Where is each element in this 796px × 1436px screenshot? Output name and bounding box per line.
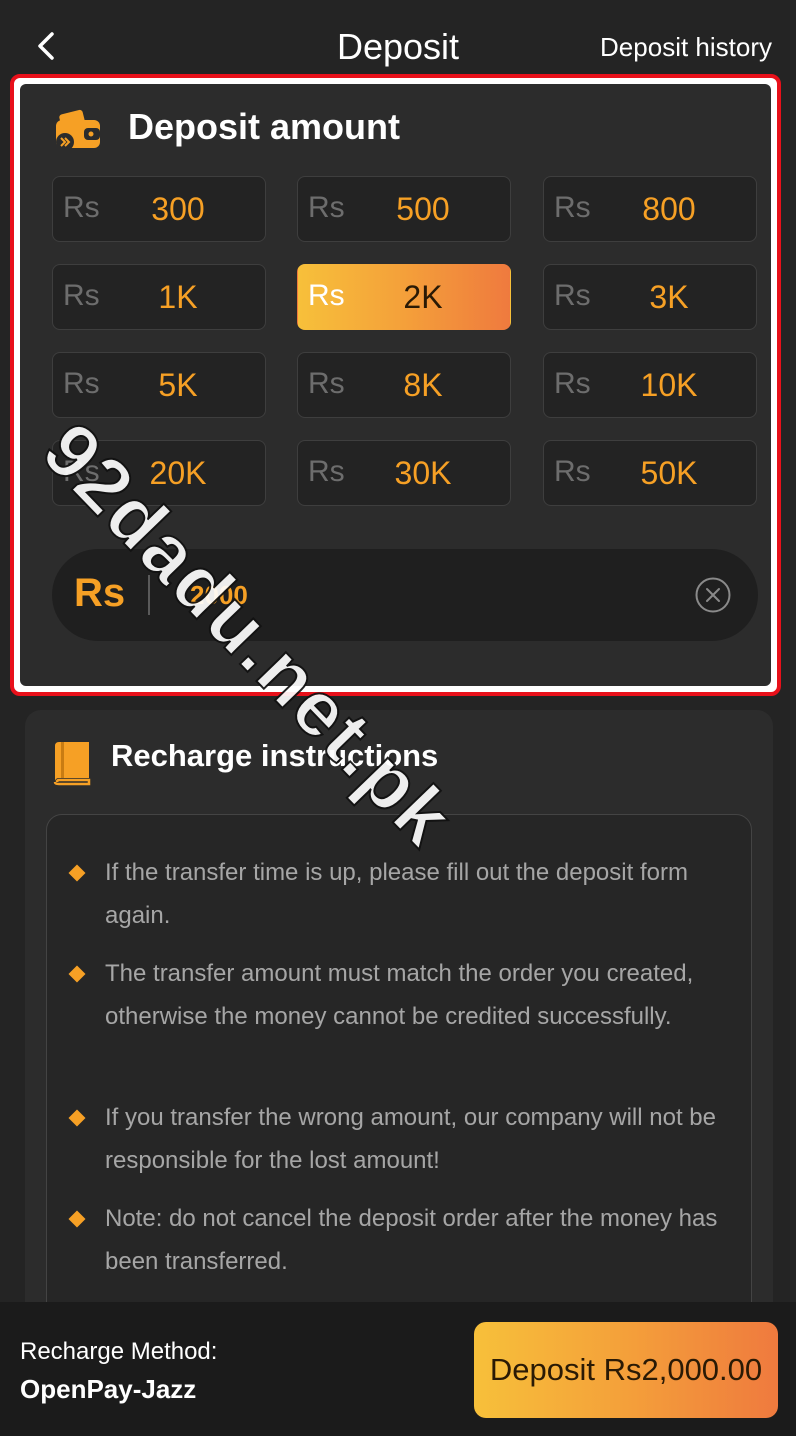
currency-label: Rs — [308, 191, 345, 224]
amount-value: 3K — [649, 279, 689, 315]
amount-value: 50K — [640, 455, 698, 491]
amount-option-300[interactable]: Rs 300 — [52, 176, 266, 242]
instruction-item: If you transfer the wrong amount, our co… — [105, 1104, 716, 1174]
amount-option-10k[interactable]: Rs 10K — [543, 352, 757, 418]
deposit-history-link[interactable]: Deposit history — [600, 32, 772, 63]
amount-value: 5K — [158, 367, 198, 403]
amount-option-20k[interactable]: Rs 20K — [52, 440, 266, 506]
recharge-instructions-card: Recharge instructions If the transfer ti… — [25, 710, 773, 1350]
currency-label: Rs — [63, 455, 100, 488]
amount-option-2k-selected[interactable]: Rs 2K — [297, 264, 511, 330]
instruction-item: Note: do not cancel the deposit order af… — [105, 1205, 718, 1275]
bullet-diamond-icon — [68, 965, 86, 983]
instructions-list: If the transfer time is up, please fill … — [46, 814, 752, 1334]
currency-label: Rs — [554, 279, 591, 312]
bullet-diamond-icon — [68, 864, 86, 882]
instruction-item: The transfer amount must match the order… — [105, 960, 694, 1030]
amount-option-500[interactable]: Rs 500 — [297, 176, 511, 242]
clear-circle-icon[interactable] — [694, 576, 732, 614]
amount-value: 800 — [642, 191, 696, 227]
currency-label: Rs — [63, 191, 100, 224]
recharge-method-label: Recharge Method: — [20, 1338, 218, 1365]
deposit-amount-title: Deposit amount — [128, 106, 401, 147]
amount-value: 20K — [149, 455, 207, 491]
back-button[interactable] — [30, 26, 64, 66]
amount-option-50k[interactable]: Rs 50K — [543, 440, 757, 506]
recharge-method-value: OpenPay-Jazz — [20, 1374, 197, 1404]
deposit-amount-panel: Deposit amount Rs 300 Rs 500 Rs 800 Rs 1… — [10, 74, 781, 696]
amount-value: 1K — [158, 279, 198, 315]
amount-value: 10K — [640, 367, 698, 403]
deposit-amount-card: Deposit amount Rs 300 Rs 500 Rs 800 Rs 1… — [20, 84, 771, 686]
bottom-bar: Recharge Method: OpenPay-Jazz Deposit Rs… — [0, 1302, 796, 1436]
recharge-instructions-title: Recharge instructions — [111, 738, 439, 773]
amount-value: 8K — [403, 367, 443, 403]
currency-label: Rs — [554, 455, 591, 488]
amount-option-3k[interactable]: Rs 3K — [543, 264, 757, 330]
bullet-diamond-icon — [68, 1210, 86, 1228]
book-icon — [53, 742, 91, 786]
input-divider — [148, 575, 150, 615]
input-currency-label: Rs — [74, 571, 126, 615]
amount-option-1k[interactable]: Rs 1K — [52, 264, 266, 330]
amount-option-30k[interactable]: Rs 30K — [297, 440, 511, 506]
currency-label: Rs — [63, 279, 100, 312]
amount-value: 300 — [151, 191, 205, 227]
bullet-diamond-icon — [68, 1109, 86, 1127]
amount-value: 500 — [396, 191, 450, 227]
currency-label: Rs — [308, 279, 345, 312]
currency-label: Rs — [554, 191, 591, 224]
deposit-button[interactable]: Deposit Rs2,000.00 — [474, 1322, 778, 1418]
amount-option-5k[interactable]: Rs 5K — [52, 352, 266, 418]
wallet-icon — [56, 109, 100, 151]
amount-value: 2K — [403, 279, 443, 315]
currency-label: Rs — [63, 367, 100, 400]
currency-label: Rs — [308, 367, 345, 400]
amount-options-grid: Rs 300 Rs 500 Rs 800 Rs 1K Rs 2K Rs 3K R… — [52, 176, 758, 510]
currency-label: Rs — [308, 455, 345, 488]
amount-input[interactable] — [176, 569, 656, 621]
amount-input-field: Rs — [52, 549, 758, 641]
amount-option-800[interactable]: Rs 800 — [543, 176, 757, 242]
amount-option-8k[interactable]: Rs 8K — [297, 352, 511, 418]
instruction-item: If the transfer time is up, please fill … — [105, 859, 688, 929]
currency-label: Rs — [554, 367, 591, 400]
chevron-left-icon — [38, 32, 54, 60]
amount-value: 30K — [394, 455, 452, 491]
